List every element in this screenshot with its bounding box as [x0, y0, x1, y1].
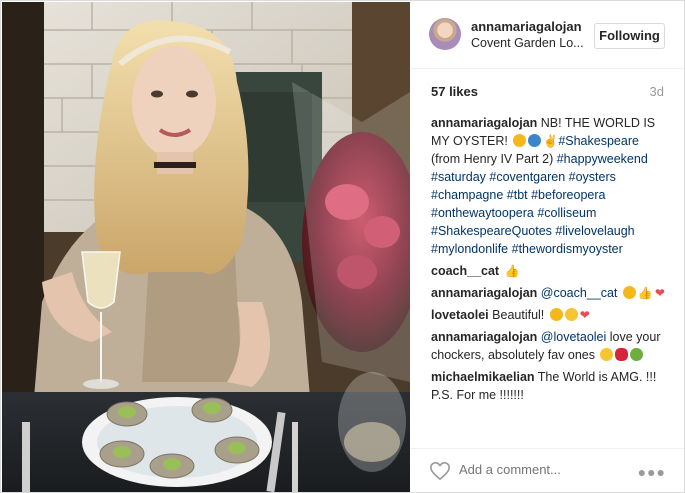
post-footer: ●●●	[411, 448, 684, 493]
hashtag[interactable]: #oysters	[569, 170, 616, 184]
heart-eyes-icon	[513, 134, 527, 147]
post-username[interactable]: annamariagalojan	[471, 19, 582, 34]
hashtag[interactable]: #ShakespeareQuotes	[431, 224, 552, 238]
comment: coach__cat 👍	[431, 262, 669, 280]
caption: annamariagalojan NB! THE WORLD IS MY OYS…	[431, 114, 669, 258]
hashtag[interactable]: #beforeopera	[531, 188, 605, 202]
post-details-panel: annamariagalojan Covent Garden Lo... Fol…	[411, 2, 684, 492]
hashtag[interactable]: #colliseum	[537, 206, 596, 220]
victory-hand-icon: ✌	[543, 134, 559, 148]
hashtag[interactable]: #champagne	[431, 188, 503, 202]
hashtag[interactable]: #thewordismyoyster	[512, 242, 623, 256]
comment: annamariagalojan @lovetaolei love your c…	[431, 328, 669, 364]
globe-icon	[528, 134, 542, 147]
comments-list: annamariagalojan NB! THE WORLD IS MY OYS…	[431, 114, 669, 408]
comment: annamariagalojan @coach__cat 👍 ❤	[431, 284, 669, 302]
comment: michaelmikaelian The World is AMG. !!! P…	[431, 368, 669, 404]
comment-username[interactable]: coach__cat	[431, 264, 499, 278]
bouquet-icon	[630, 348, 644, 361]
hashtag[interactable]: #livelovelaugh	[555, 224, 634, 238]
ellipsis-icon[interactable]: ●●●	[638, 464, 666, 480]
heart-icon: ❤	[579, 308, 590, 322]
post-frame: annamariagalojan Covent Garden Lo... Fol…	[0, 0, 685, 493]
comment-username[interactable]: michaelmikaelian	[431, 370, 535, 384]
heart-icon: ❤	[654, 286, 665, 300]
heart-eyes-icon	[622, 286, 636, 299]
heart-eyes-icon	[549, 308, 563, 321]
hashtag[interactable]: #saturday	[431, 170, 486, 184]
comment-username[interactable]: annamariagalojan	[431, 286, 537, 300]
comment-mention[interactable]: @coach__cat	[541, 286, 618, 300]
post-header: annamariagalojan Covent Garden Lo... Fol…	[411, 2, 684, 69]
following-button[interactable]: Following	[594, 23, 665, 49]
avatar[interactable]	[429, 18, 461, 50]
likes-count[interactable]: 57 likes	[431, 84, 478, 99]
post-photo[interactable]	[2, 2, 410, 492]
post-age[interactable]: 3d	[650, 84, 664, 99]
comment-mention[interactable]: @lovetaolei	[541, 330, 607, 344]
thumbs-up-icon: 👍	[504, 264, 520, 278]
hashtag[interactable]: #mylondonlife	[431, 242, 508, 256]
smile-icon	[600, 348, 614, 361]
comment-username[interactable]: annamariagalojan	[431, 330, 537, 344]
heart-outline-icon[interactable]	[429, 461, 451, 481]
hashtag[interactable]: #coventgaren	[489, 170, 565, 184]
hashtag[interactable]: #onthewaytoopera	[431, 206, 534, 220]
grin-icon	[564, 308, 578, 321]
comment-username[interactable]: lovetaolei	[431, 308, 489, 322]
hashtag[interactable]: #tbt	[507, 188, 528, 202]
caption-username[interactable]: annamariagalojan	[431, 116, 537, 130]
lips-icon	[615, 348, 629, 361]
add-comment-input[interactable]	[459, 462, 609, 477]
hashtag[interactable]: #happyweekend	[557, 152, 648, 166]
hashtag[interactable]: #Shakespeare	[558, 134, 639, 148]
thumbs-up-icon: 👍	[637, 286, 653, 300]
caption-text-b: (from Henry IV Part 2)	[431, 152, 554, 166]
comment-text: Beautiful!	[492, 308, 545, 322]
comment: lovetaolei Beautiful! ❤	[431, 306, 669, 324]
post-location[interactable]: Covent Garden Lo...	[471, 36, 584, 50]
